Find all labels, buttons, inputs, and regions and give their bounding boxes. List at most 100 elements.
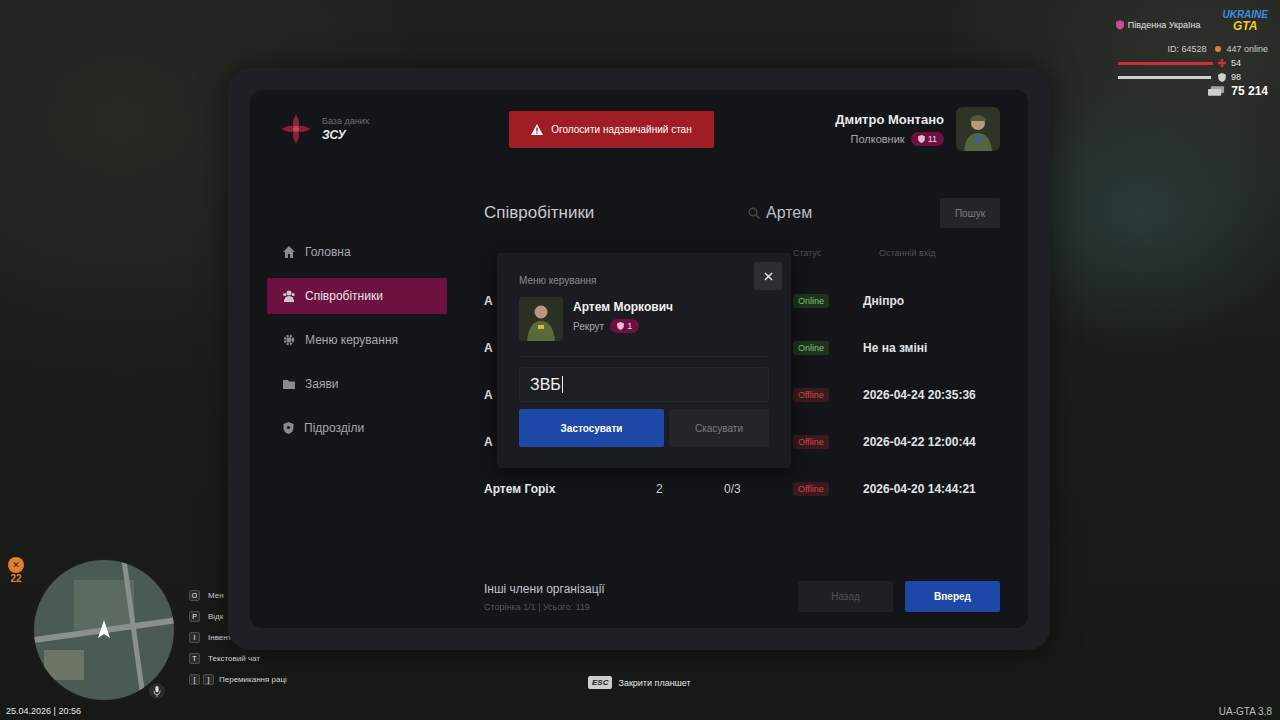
cancel-button[interactable]: Скасувати: [669, 409, 769, 447]
user-rank-row: Полковник 11: [851, 132, 944, 146]
apply-button[interactable]: Застосувати: [519, 409, 664, 447]
next-button[interactable]: Вперед: [905, 581, 1000, 612]
minimap: [32, 558, 176, 702]
sidebar-item[interactable]: Підрозділи: [267, 410, 447, 446]
status-pill: Offline: [793, 388, 829, 402]
hud-header: Південна Україна UKRAINE GTA: [1116, 10, 1268, 32]
shield-icon: [1116, 20, 1124, 30]
member-status-cell: Offline: [793, 434, 863, 449]
shield-icon: [918, 135, 925, 143]
sidebar-label: Підрозділи: [304, 421, 364, 435]
mic-icon: [149, 683, 165, 699]
health-value: 54: [1231, 58, 1241, 68]
health-bar: [1118, 62, 1213, 65]
sidebar-item[interactable]: Меню керування: [267, 322, 447, 358]
close-button[interactable]: [754, 262, 782, 290]
dialog-title: Меню керування: [519, 275, 769, 287]
hint-label: Мен: [208, 591, 224, 600]
search-button[interactable]: Пошук: [940, 198, 1000, 228]
sidebar-item[interactable]: Головна: [267, 234, 447, 270]
last-login: 2026-04-20 14:44:21: [863, 482, 1000, 496]
column-header: Статус: [793, 248, 863, 258]
health: 54: [1118, 58, 1268, 68]
text-input[interactable]: ЗВБ: [519, 367, 769, 402]
member-avatar-icon: [519, 297, 563, 341]
status-pill: Online: [793, 294, 829, 308]
shield-icon: [617, 322, 624, 330]
armor-value: 98: [1231, 72, 1241, 82]
search-field[interactable]: Артем: [740, 204, 930, 222]
warning-icon: [531, 124, 543, 135]
divider: [519, 356, 769, 357]
id-line: ID: 64528 447 online: [1167, 44, 1268, 54]
user-rank: Полковник: [851, 133, 905, 145]
current-user: Дмитро Монтано Полковник 11: [835, 107, 1000, 151]
close-icon: [764, 272, 773, 281]
hint-label: Перемикання раці: [219, 675, 287, 684]
hint-keys: T: [189, 653, 203, 664]
member-rank: 2: [656, 482, 724, 496]
minimap-badge: ✕ 22: [8, 557, 24, 584]
health-cross-icon: [1218, 59, 1226, 67]
close-hint-label: Закрити планшет: [618, 678, 690, 688]
game-screen: Південна Україна UKRAINE GTA ID: 64528 4…: [0, 0, 1280, 720]
sidebar-label: Співробітники: [305, 289, 383, 303]
rank-badge-value: 1: [627, 321, 632, 331]
pagination-info: Інші члени організації Сторінка 1/1 | Ус…: [484, 582, 605, 612]
money-icon: [1208, 86, 1225, 96]
last-login: Дніпро: [863, 294, 1000, 308]
brand-text: База даних ЗСУ: [322, 116, 369, 142]
money-value: 75 214: [1231, 84, 1268, 98]
hint-keys: O: [189, 590, 203, 601]
rank-badge: 11: [911, 132, 944, 146]
key-cap: O: [189, 590, 200, 601]
status-pill: Online: [793, 341, 829, 355]
member-warnings: 0/3: [724, 482, 793, 496]
page-toolbar: Співробітники Артем Пошук: [484, 196, 1000, 230]
input-value: ЗВБ: [530, 376, 561, 394]
users-icon: [283, 290, 295, 302]
sidebar-item[interactable]: Заяви: [267, 366, 447, 402]
folder-icon: [283, 378, 295, 390]
last-login: Не на зміні: [863, 341, 1000, 355]
member-name: Артем Горіх: [484, 482, 656, 496]
hud: Південна Україна UKRAINE GTA ID: 64528 4…: [1088, 10, 1268, 98]
last-login: 2026-04-22 12:00:44: [863, 435, 1000, 449]
header-bar: Оголосити надзвичайний стан Дмитро Монта…: [484, 107, 1000, 151]
esc-key[interactable]: ESC: [588, 676, 612, 689]
table-row[interactable]: Артем Горіх 2 0/3 Offline 2026-04-20 14:…: [484, 465, 1000, 512]
home-icon: [283, 246, 295, 258]
hint-keys: P: [189, 611, 203, 622]
logo-bottom: GTA: [1233, 20, 1257, 32]
key-cap: I: [189, 632, 200, 643]
online-count: 447 online: [1226, 44, 1268, 54]
page-title: Співробітники: [484, 203, 740, 223]
sidebar: Головна Співробітники Меню керування Зая…: [267, 151, 447, 612]
emergency-button[interactable]: Оголосити надзвичайний стан: [509, 111, 714, 148]
search-value: Артем: [766, 204, 812, 222]
brand: База даних ЗСУ: [267, 107, 447, 151]
armor-fill: [1118, 76, 1211, 79]
sidebar-label: Заяви: [305, 377, 339, 391]
prev-button[interactable]: Назад: [798, 581, 893, 612]
page-info: Сторінка 1/1 | Усього: 119: [484, 602, 605, 612]
shield-icon: [283, 422, 294, 434]
pager: Назад Вперед: [798, 581, 1000, 612]
armor-shield-icon: [1218, 73, 1226, 82]
hunger-icon: ✕: [8, 557, 24, 573]
member-name: Артем Моркович: [573, 300, 673, 314]
member-rank-row: Рекрут 1: [573, 319, 673, 333]
region: Південна Україна: [1116, 20, 1201, 30]
user-name: Дмитро Монтано: [835, 112, 944, 127]
close-hint: ESC Закрити планшет: [588, 676, 691, 689]
hint-keys: []: [189, 674, 214, 685]
sidebar-item[interactable]: Співробітники: [267, 278, 447, 314]
rank-badge-value: 11: [928, 134, 937, 144]
member-status-cell: Offline: [793, 387, 863, 402]
dialog-actions: Застосувати Скасувати: [519, 409, 769, 447]
gear-icon: [283, 334, 295, 346]
money: 75 214: [1208, 84, 1268, 98]
player-arrow-icon: [98, 620, 110, 638]
text-caret: [562, 376, 563, 393]
search-icon: [748, 207, 760, 219]
